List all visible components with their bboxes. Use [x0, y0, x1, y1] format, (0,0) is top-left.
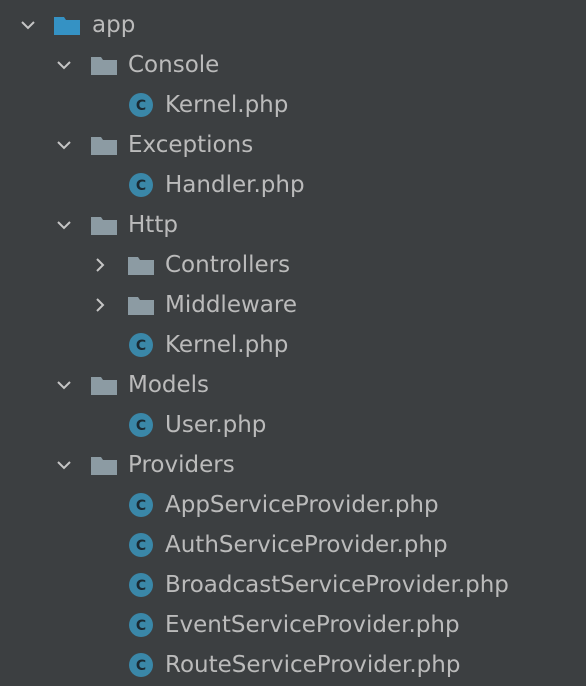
tree-node-label: Http	[128, 212, 178, 238]
svg-text:C: C	[136, 338, 146, 354]
php-class-icon: C	[126, 605, 156, 645]
chevron-down-icon[interactable]	[50, 45, 78, 85]
tree-file-broadcast-service-provider[interactable]: C BroadcastServiceProvider.php	[0, 565, 586, 605]
folder-icon	[89, 45, 119, 85]
tree-node-label: BroadcastServiceProvider.php	[165, 572, 509, 598]
tree-node-app[interactable]: app	[0, 5, 586, 45]
tree-node-label: Kernel.php	[165, 332, 289, 358]
chevron-right-icon[interactable]	[86, 245, 114, 285]
chevron-down-icon[interactable]	[50, 365, 78, 405]
chevron-down-icon[interactable]	[50, 125, 78, 165]
tree-node-label: AuthServiceProvider.php	[165, 532, 448, 558]
folder-icon	[89, 445, 119, 485]
tree-file-event-service-provider[interactable]: C EventServiceProvider.php	[0, 605, 586, 645]
tree-node-providers[interactable]: Providers	[0, 445, 586, 485]
tree-node-label: Exceptions	[128, 132, 254, 158]
folder-icon	[89, 125, 119, 165]
tree-file-console-kernel[interactable]: C Kernel.php	[0, 85, 586, 125]
php-class-icon: C	[126, 405, 156, 445]
php-class-icon: C	[126, 645, 156, 685]
tree-file-http-kernel[interactable]: C Kernel.php	[0, 325, 586, 365]
svg-text:C: C	[136, 498, 146, 514]
svg-text:C: C	[136, 578, 146, 594]
tree-file-route-service-provider[interactable]: C RouteServiceProvider.php	[0, 645, 586, 685]
project-tree: app Console C Kernel.php Exceptions C Ha…	[0, 0, 586, 686]
svg-text:C: C	[136, 178, 146, 194]
tree-node-controllers[interactable]: Controllers	[0, 245, 586, 285]
tree-node-http[interactable]: Http	[0, 205, 586, 245]
tree-node-label: app	[92, 12, 136, 38]
chevron-down-icon[interactable]	[50, 205, 78, 245]
svg-text:C: C	[136, 538, 146, 554]
php-class-icon: C	[126, 325, 156, 365]
svg-text:C: C	[136, 658, 146, 674]
tree-file-handler[interactable]: C Handler.php	[0, 165, 586, 205]
tree-node-label: Handler.php	[165, 172, 305, 198]
tree-node-label: Kernel.php	[165, 92, 289, 118]
tree-node-label: User.php	[165, 412, 267, 438]
chevron-right-icon[interactable]	[86, 285, 114, 325]
tree-file-auth-service-provider[interactable]: C AuthServiceProvider.php	[0, 525, 586, 565]
tree-node-label: AppServiceProvider.php	[165, 492, 439, 518]
folder-icon	[89, 365, 119, 405]
tree-node-label: Controllers	[165, 252, 291, 278]
php-class-icon: C	[126, 85, 156, 125]
tree-node-label: Models	[128, 372, 210, 398]
php-class-icon: C	[126, 485, 156, 525]
folder-icon	[126, 245, 156, 285]
tree-node-label: Middleware	[165, 292, 297, 318]
php-class-icon: C	[126, 565, 156, 605]
tree-file-user[interactable]: C User.php	[0, 405, 586, 445]
tree-node-console[interactable]: Console	[0, 45, 586, 85]
svg-text:C: C	[136, 98, 146, 114]
svg-text:C: C	[136, 418, 146, 434]
tree-node-label: EventServiceProvider.php	[165, 612, 460, 638]
php-class-icon: C	[126, 165, 156, 205]
chevron-down-icon[interactable]	[50, 445, 78, 485]
folder-icon	[52, 5, 82, 45]
folder-icon	[126, 285, 156, 325]
tree-node-middleware[interactable]: Middleware	[0, 285, 586, 325]
folder-icon	[89, 205, 119, 245]
tree-node-label: RouteServiceProvider.php	[165, 652, 461, 678]
svg-text:C: C	[136, 618, 146, 634]
tree-file-app-service-provider[interactable]: C AppServiceProvider.php	[0, 485, 586, 525]
chevron-down-icon[interactable]	[14, 5, 42, 45]
tree-node-models[interactable]: Models	[0, 365, 586, 405]
tree-node-label: Providers	[128, 452, 235, 478]
php-class-icon: C	[126, 525, 156, 565]
tree-node-label: Console	[128, 52, 220, 78]
tree-node-exceptions[interactable]: Exceptions	[0, 125, 586, 165]
